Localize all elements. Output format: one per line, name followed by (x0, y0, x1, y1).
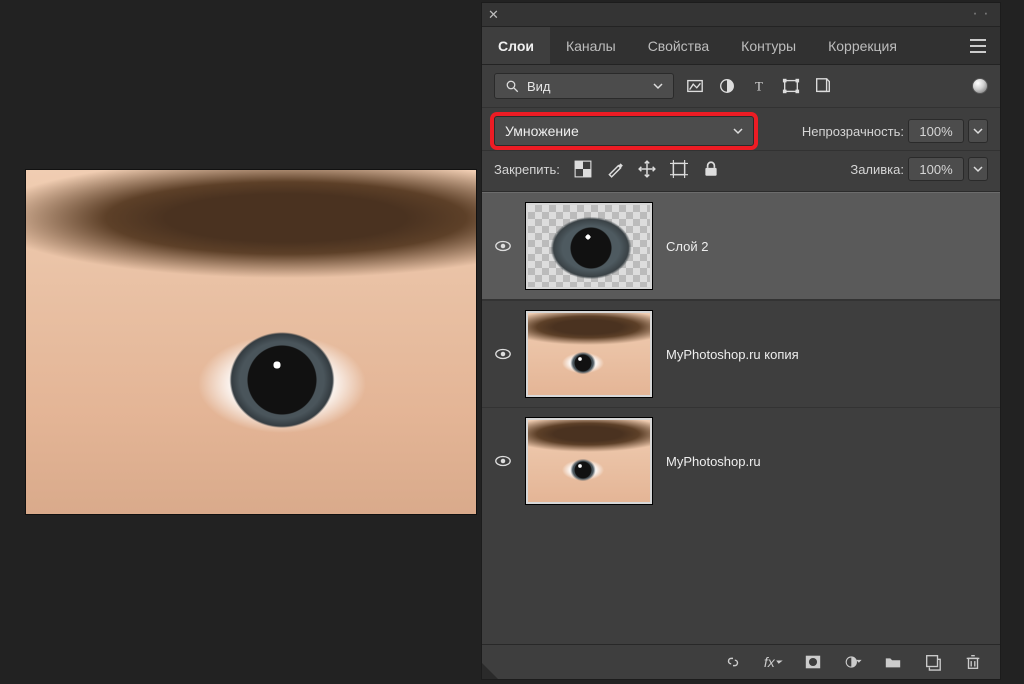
panel-grip-icon[interactable]: ⠂⠂ (972, 8, 994, 22)
filter-toggle-icon[interactable] (972, 78, 988, 94)
new-group-icon[interactable] (884, 653, 902, 671)
filter-smartobject-icon[interactable] (814, 77, 832, 95)
lock-artboard-icon[interactable] (670, 160, 688, 178)
opacity-control: Непрозрачность: 100% (802, 119, 988, 143)
resize-handle-icon[interactable] (482, 663, 498, 679)
add-mask-icon[interactable] (804, 653, 822, 671)
layer-row[interactable]: MyPhotoshop.ru копия (482, 300, 1000, 407)
layer-row[interactable]: Слой 2 (482, 192, 1000, 300)
layer-list: Слой 2 MyPhotoshop.ru копия MyPhotoshop.… (482, 192, 1000, 644)
layer-name[interactable]: Слой 2 (666, 239, 708, 254)
layers-panel: ✕ ⠂⠂ Слои Каналы Свойства Контуры Коррек… (481, 2, 1001, 680)
fill-label: Заливка: (850, 162, 904, 177)
blend-mode-dropdown[interactable]: Умножение (494, 116, 754, 146)
tab-channels[interactable]: Каналы (550, 27, 632, 64)
panel-tabs: Слои Каналы Свойства Контуры Коррекция (482, 27, 1000, 65)
lock-label: Закрепить: (494, 162, 560, 177)
filter-icons-group: T (686, 77, 832, 95)
close-icon[interactable]: ✕ (488, 7, 499, 23)
visibility-toggle-icon[interactable] (494, 345, 512, 363)
layer-filter-toolbar: Вид T (482, 65, 1000, 108)
opacity-value[interactable]: 100% (908, 119, 964, 143)
fill-control: Заливка: 100% (850, 157, 988, 181)
fill-value[interactable]: 100% (908, 157, 964, 181)
new-adjustment-icon[interactable]: ⏷ (844, 653, 862, 671)
panel-menu-icon[interactable] (968, 36, 990, 56)
tab-layers[interactable]: Слои (482, 27, 550, 64)
tab-paths[interactable]: Контуры (725, 27, 812, 64)
new-layer-icon[interactable] (924, 653, 942, 671)
delete-layer-icon[interactable] (964, 653, 982, 671)
layer-actions-bar: fx ⏷ ⏷ (482, 644, 1000, 679)
blend-mode-value: Умножение (505, 123, 579, 139)
panel-titlebar: ✕ ⠂⠂ (482, 3, 1000, 27)
opacity-label: Непрозрачность: (802, 124, 904, 139)
lock-all-icon[interactable] (702, 160, 720, 178)
lock-icons-group (574, 160, 720, 178)
tab-properties[interactable]: Свойства (632, 27, 725, 64)
layer-thumbnail[interactable] (526, 203, 652, 289)
layer-thumbnail[interactable] (526, 418, 652, 504)
opacity-flyout-button[interactable] (968, 119, 988, 143)
layer-fx-icon[interactable]: fx ⏷ (764, 653, 782, 671)
layer-name[interactable]: MyPhotoshop.ru (666, 454, 761, 469)
filter-text-icon[interactable]: T (750, 77, 768, 95)
layer-thumbnail[interactable] (526, 311, 652, 397)
layer-row[interactable]: MyPhotoshop.ru (482, 407, 1000, 514)
svg-text:T: T (755, 80, 763, 94)
chevron-down-icon (653, 81, 663, 91)
search-icon (503, 77, 521, 95)
blend-opacity-row: Умножение Непрозрачность: 100% (482, 108, 1000, 151)
lock-fill-row: Закрепить: Заливка: 100% (482, 151, 1000, 192)
layer-name[interactable]: MyPhotoshop.ru копия (666, 347, 799, 362)
filter-type-label: Вид (527, 79, 551, 94)
visibility-toggle-icon[interactable] (494, 452, 512, 470)
document-canvas[interactable] (26, 170, 476, 514)
lock-brush-icon[interactable] (606, 160, 624, 178)
filter-shape-icon[interactable] (782, 77, 800, 95)
lock-pixels-icon[interactable] (574, 160, 592, 178)
filter-adjust-icon[interactable] (718, 77, 736, 95)
filter-pixel-icon[interactable] (686, 77, 704, 95)
fill-flyout-button[interactable] (968, 157, 988, 181)
lock-move-icon[interactable] (638, 160, 656, 178)
canvas-image (26, 170, 476, 514)
filter-type-dropdown[interactable]: Вид (494, 73, 674, 99)
link-layers-icon[interactable] (724, 653, 742, 671)
tab-adjustments[interactable]: Коррекция (812, 27, 913, 64)
visibility-toggle-icon[interactable] (494, 237, 512, 255)
chevron-down-icon (733, 126, 743, 136)
